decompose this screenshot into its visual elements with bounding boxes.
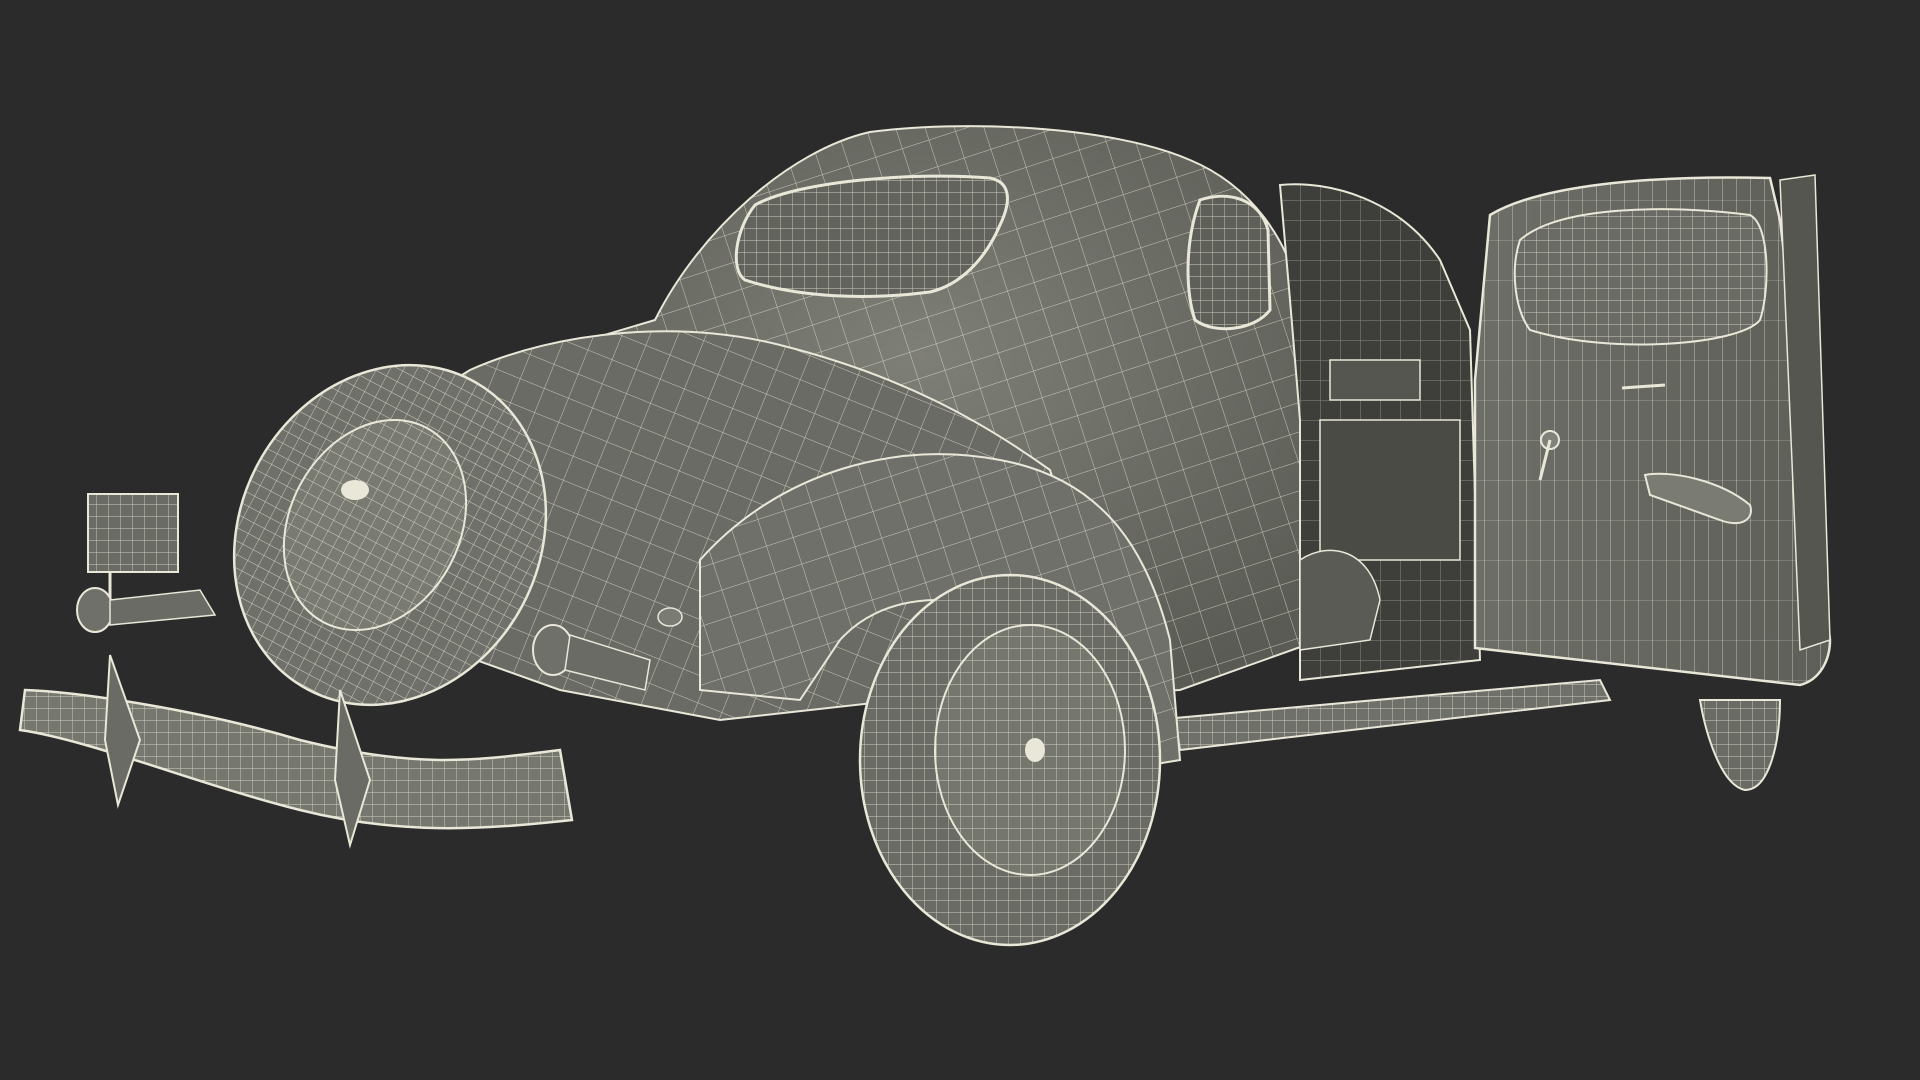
bumper-guard-left xyxy=(103,654,142,809)
hubcap xyxy=(1025,738,1045,762)
rear-seat xyxy=(1319,419,1461,561)
front-wheel xyxy=(1698,699,1782,792)
running-board xyxy=(1173,678,1612,752)
spare-hub xyxy=(341,480,369,500)
interior-shelf xyxy=(1329,359,1421,401)
license-plate xyxy=(87,493,179,600)
open-rear-door xyxy=(1473,174,1832,687)
quarter-window xyxy=(1186,194,1272,331)
car-wireframe-render xyxy=(18,125,1832,947)
fuel-cap xyxy=(657,607,683,627)
car-interior xyxy=(1278,183,1482,682)
rear-wheel xyxy=(858,573,1162,947)
viewport xyxy=(0,0,1920,1080)
tail-light-left xyxy=(76,587,217,633)
